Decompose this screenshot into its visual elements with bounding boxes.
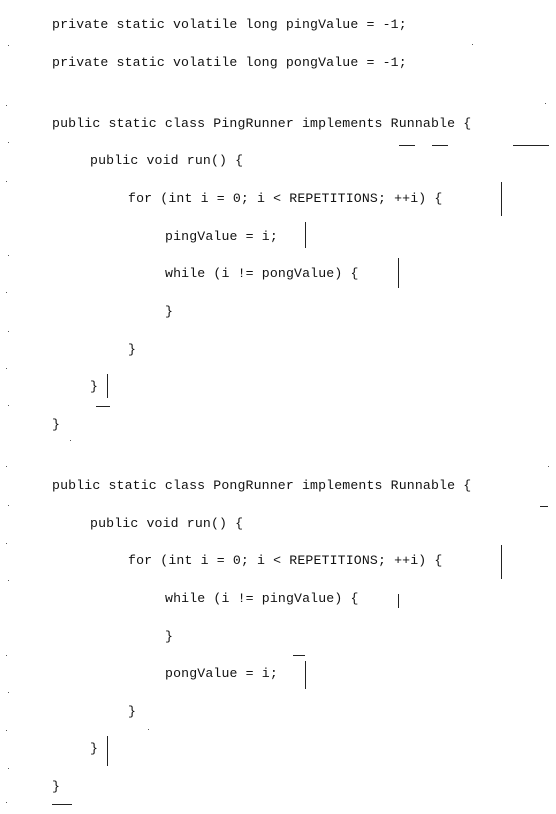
ping-while-close-brace: }: [165, 304, 174, 319]
scan-artifact-bar: [398, 258, 399, 288]
scan-artifact-dash: [293, 655, 305, 656]
scan-artifact-bar: [305, 222, 306, 248]
scan-artifact-bar: [501, 182, 502, 216]
ping-while-loop: while (i != pongValue) {: [165, 266, 359, 281]
scan-artifact-dash: [513, 145, 549, 146]
pong-run-method-decl: public void run() {: [90, 516, 244, 531]
ping-run-method-decl: public void run() {: [90, 153, 244, 168]
field-pong-value: private static volatile long pongValue =…: [52, 55, 407, 70]
scan-speckle: [6, 802, 7, 803]
scan-speckle: [148, 729, 149, 730]
ping-run-close-brace: }: [90, 379, 99, 394]
scan-speckle: [548, 466, 549, 467]
pong-runner-class-header: public static class PongRunner implement…: [52, 478, 472, 493]
field-ping-value: private static volatile long pingValue =…: [52, 17, 407, 32]
scan-speckle: [6, 181, 7, 182]
scan-speckle: [8, 692, 9, 693]
pong-for-loop: for (int i = 0; i < REPETITIONS; ++i) {: [128, 553, 443, 568]
ping-for-close-brace: }: [128, 342, 137, 357]
scan-artifact-bar: [107, 374, 108, 398]
scan-artifact-dash: [432, 145, 448, 146]
scan-speckle: [8, 331, 9, 332]
scan-speckle: [6, 730, 7, 731]
ping-for-loop: for (int i = 0; i < REPETITIONS; ++i) {: [128, 191, 443, 206]
scan-speckle: [472, 44, 473, 45]
scan-speckle: [545, 103, 546, 104]
scan-speckle: [6, 655, 7, 656]
scan-speckle: [70, 440, 71, 441]
scan-artifact-bar: [398, 594, 399, 608]
ping-runner-class-header: public static class PingRunner implement…: [52, 116, 472, 131]
ping-assign-statement: pingValue = i;: [165, 229, 278, 244]
scan-artifact-dash: [540, 506, 548, 507]
scan-speckle: [6, 466, 7, 467]
scan-speckle: [6, 292, 7, 293]
pong-while-close-brace: }: [165, 629, 174, 644]
pong-class-close-brace: }: [52, 779, 61, 794]
pong-for-close-brace: }: [128, 704, 137, 719]
ping-class-close-brace: }: [52, 417, 61, 432]
scan-artifact-dash: [96, 406, 110, 407]
code-listing: private static volatile long pingValue =…: [0, 0, 556, 814]
scan-artifact-dash: [399, 145, 415, 146]
scan-speckle: [8, 45, 9, 46]
scan-speckle: [8, 405, 9, 406]
scan-speckle: [8, 142, 9, 143]
scan-speckle: [6, 543, 7, 544]
scan-artifact-bar: [107, 736, 108, 766]
pong-assign-statement: pongValue = i;: [165, 666, 278, 681]
scan-speckle: [8, 768, 9, 769]
scan-artifact-dash: [52, 804, 72, 805]
pong-run-close-brace: }: [90, 741, 99, 756]
scan-speckle: [8, 580, 9, 581]
scan-artifact-bar: [501, 545, 502, 579]
scan-speckle: [6, 368, 7, 369]
scan-artifact-bar: [305, 661, 306, 689]
scan-speckle: [8, 505, 9, 506]
pong-while-loop: while (i != pingValue) {: [165, 591, 359, 606]
scan-speckle: [6, 105, 7, 106]
scan-speckle: [8, 255, 9, 256]
